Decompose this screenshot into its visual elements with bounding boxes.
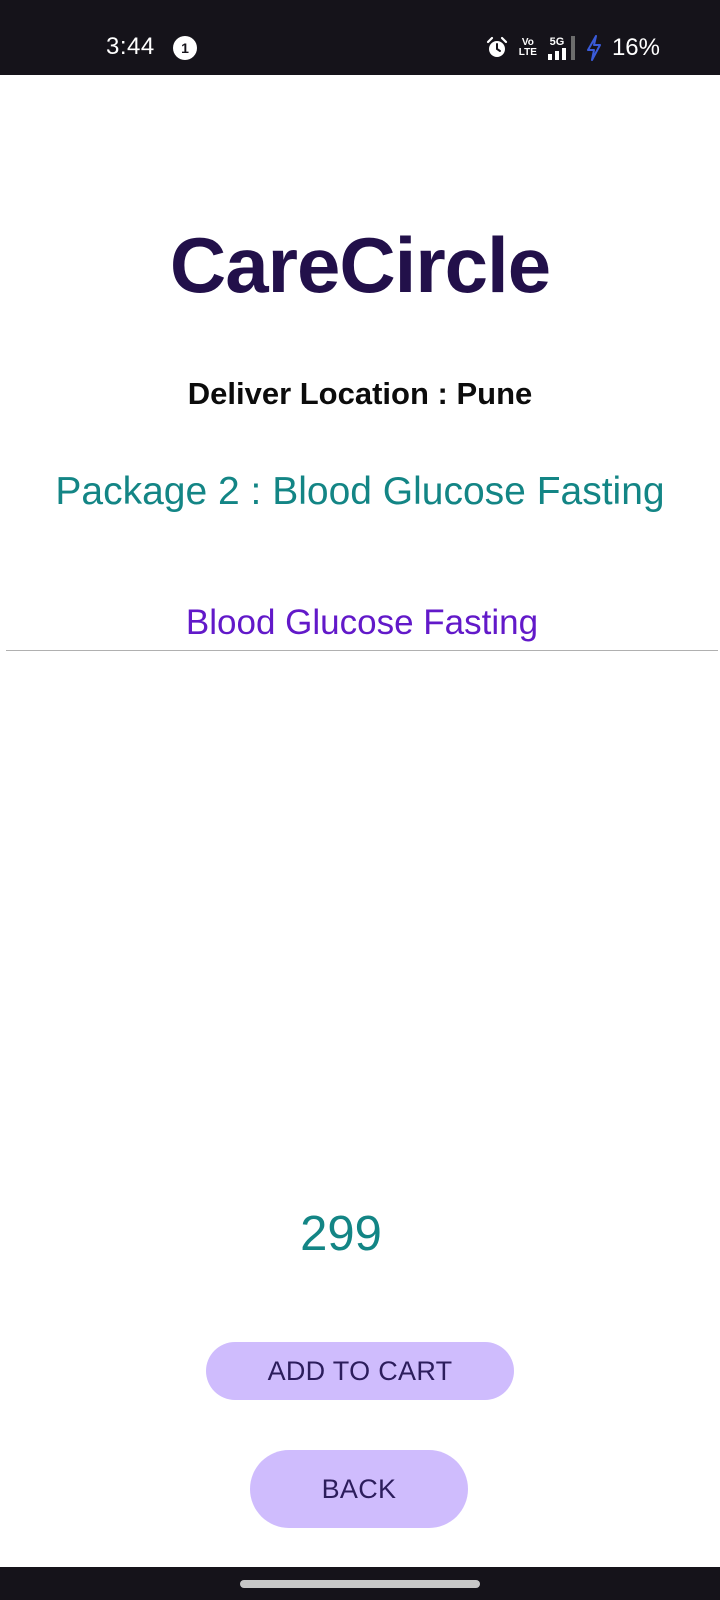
delivery-location: Deliver Location : Pune xyxy=(187,376,533,411)
back-button[interactable]: BACK xyxy=(250,1450,468,1528)
status-time: 3:44 xyxy=(106,33,155,60)
status-bar: 3:44 1 Vo LTE 5G 16% xyxy=(0,0,720,75)
app-title: CareCircle xyxy=(169,221,551,309)
package-name-field[interactable]: Blood Glucose Fasting xyxy=(6,596,718,651)
package-title: Package 2 : Blood Glucose Fasting xyxy=(55,470,665,513)
package-price: 299 xyxy=(300,1207,382,1261)
navigation-bar xyxy=(0,1567,720,1600)
alarm-icon xyxy=(485,36,509,60)
charging-bolt-icon xyxy=(586,35,602,61)
notification-count-badge: 1 xyxy=(173,36,197,60)
home-gesture-handle[interactable] xyxy=(240,1580,480,1588)
signal-5g-icon: 5G xyxy=(547,36,576,60)
volte-label-bottom: LTE xyxy=(518,47,537,58)
battery-percent: 16% xyxy=(611,34,660,61)
status-icons: Vo LTE 5G 16% xyxy=(485,33,660,63)
add-to-cart-button[interactable]: ADD TO CART xyxy=(206,1342,514,1400)
volte-icon: Vo LTE xyxy=(519,38,537,58)
network-type-label: 5G xyxy=(549,36,565,48)
